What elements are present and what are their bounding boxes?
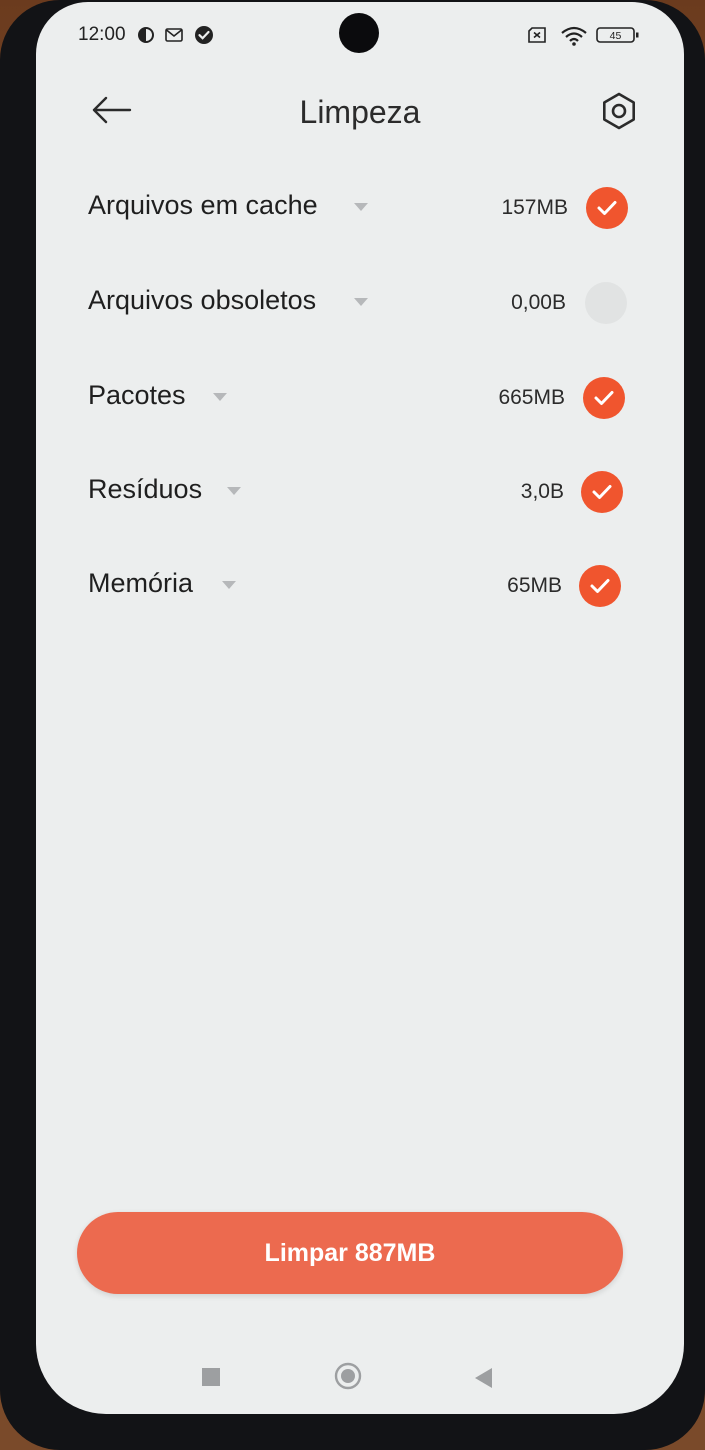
wifi-icon xyxy=(560,25,588,46)
list-item[interactable]: Pacotes 665MB xyxy=(36,352,684,432)
clean-button[interactable]: Limpar 887MB xyxy=(77,1212,623,1294)
home-icon[interactable] xyxy=(334,1362,362,1390)
item-size: 665MB xyxy=(498,386,565,409)
gmail-icon xyxy=(164,25,184,45)
item-size: 157MB xyxy=(501,196,568,219)
phone-frame: 12:00 45 Limpeza Arquivos em cache 157MB… xyxy=(0,0,705,1450)
caret-down-icon[interactable] xyxy=(213,393,227,401)
item-label: Arquivos obsoletos xyxy=(88,285,317,315)
check-icon xyxy=(592,485,612,499)
item-size: 0,00B xyxy=(511,291,566,314)
list-item[interactable]: Arquivos obsoletos 0,00B xyxy=(36,257,684,337)
front-camera xyxy=(339,13,379,53)
no-sim-icon xyxy=(526,25,546,45)
checkbox-checked[interactable] xyxy=(579,565,621,607)
item-size: 65MB xyxy=(507,574,562,597)
caret-down-icon[interactable] xyxy=(227,487,241,495)
item-label: Pacotes xyxy=(88,380,186,410)
item-label: Resíduos xyxy=(88,474,203,504)
checkbox-checked[interactable] xyxy=(586,187,628,229)
caret-down-icon[interactable] xyxy=(222,581,236,589)
battery-icon: 45 xyxy=(596,25,640,45)
caret-down-icon[interactable] xyxy=(354,203,368,211)
status-bar: 12:00 45 xyxy=(36,2,684,66)
item-size: 3,0B xyxy=(520,480,564,503)
check-icon xyxy=(590,579,610,593)
caret-down-icon[interactable] xyxy=(354,298,368,306)
list-item[interactable]: Resíduos 3,0B xyxy=(36,446,684,526)
item-label: Arquivos em cache xyxy=(88,190,318,220)
navigation-bar xyxy=(36,1342,684,1412)
checkbox-checked[interactable] xyxy=(583,377,625,419)
status-time: 12:00 xyxy=(78,24,126,45)
checkbox-checked[interactable] xyxy=(581,471,623,513)
back-triangle-icon[interactable] xyxy=(472,1366,494,1390)
checkbox-unchecked[interactable] xyxy=(585,282,627,324)
settings-icon xyxy=(603,92,635,130)
battery-level: 45 xyxy=(610,30,622,42)
data-saver-icon xyxy=(136,25,156,45)
list-item[interactable]: Arquivos em cache 157MB xyxy=(36,162,684,242)
page-title: Limpeza xyxy=(299,94,421,130)
item-label: Memória xyxy=(88,568,194,598)
settings-button[interactable] xyxy=(598,90,640,132)
recents-icon[interactable] xyxy=(202,1368,220,1386)
check-icon xyxy=(597,201,617,215)
check-circle-icon xyxy=(194,25,214,45)
check-icon xyxy=(594,391,614,405)
app-header: Limpeza xyxy=(36,72,684,152)
list-item[interactable]: Memória 65MB xyxy=(36,540,684,620)
screen: 12:00 45 Limpeza Arquivos em cache 157MB… xyxy=(36,2,684,1414)
